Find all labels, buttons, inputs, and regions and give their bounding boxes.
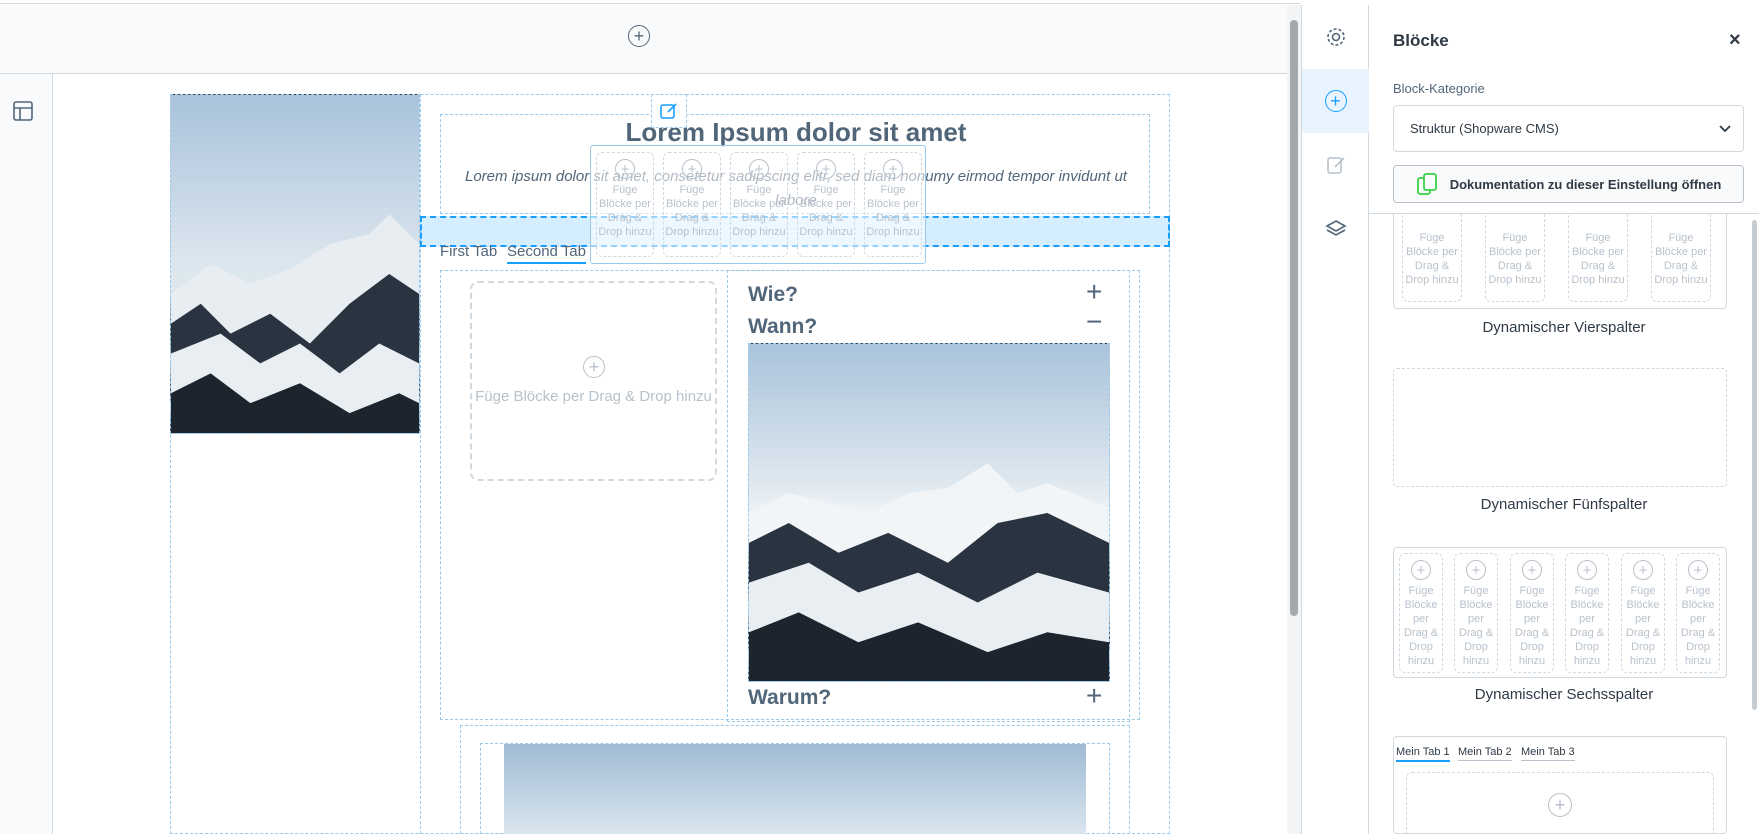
block-card-fuenfspalter[interactable] xyxy=(1393,368,1727,487)
documentation-icon xyxy=(1416,173,1437,195)
accordion-label-wie[interactable]: Wie? xyxy=(748,283,798,307)
category-label: Block-Kategorie xyxy=(1393,81,1485,96)
gear-icon xyxy=(1326,28,1345,46)
documentation-label: Dokumentation zu dieser Einstellung öffn… xyxy=(1449,176,1722,192)
panel-header: Blöcke × Block-Kategorie Struktur (Shopw… xyxy=(1369,5,1759,214)
hero-title: Lorem Ipsum dolor sit amet xyxy=(625,117,967,147)
blocks-panel: Blöcke × Block-Kategorie Struktur (Shopw… xyxy=(1369,5,1759,834)
accordion-label-warum[interactable]: Warum? xyxy=(748,686,831,710)
block-column: + Füge Blöcke per Drag & Drop hinzu xyxy=(1510,553,1554,673)
drop-area-plus-icon: + xyxy=(583,356,605,378)
block-tab-1: Mein Tab 1 xyxy=(1396,746,1450,762)
preview-column: + Füge Blöcke per Drag & Drop hinzu xyxy=(864,152,922,257)
edit-icon xyxy=(1326,157,1345,174)
block-tab-drop-area: + xyxy=(1406,772,1714,834)
layout-icon[interactable] xyxy=(12,100,34,122)
left-rail xyxy=(0,74,53,834)
edit-block-icon[interactable] xyxy=(651,94,687,128)
preview-column: + Füge Blöcke per Drag & Drop hinzu xyxy=(663,152,721,257)
close-icon[interactable]: × xyxy=(1729,29,1741,52)
sidebar-tab-settings[interactable] xyxy=(1302,5,1369,69)
block-column: + Füge Blöcke per Drag & Drop hinzu xyxy=(1676,553,1720,673)
block-column: + Füge Blöcke per Drag & Drop hinzu xyxy=(1621,553,1665,673)
block-column: + Füge Blöcke per Drag & Drop hinzu xyxy=(1399,553,1443,673)
block-column: Füge Blöcke per Drag & Drop hinzu xyxy=(1485,210,1545,302)
block-tab-3: Mein Tab 3 xyxy=(1521,746,1575,761)
sidebar-tab-edit[interactable] xyxy=(1302,133,1369,197)
panel-title: Blöcke xyxy=(1393,31,1449,50)
add-section-icon[interactable]: + xyxy=(628,25,650,47)
block-label-sechsspalter: Dynamischer Sechsspalter xyxy=(1474,686,1654,703)
block-tab-2: Mein Tab 2 xyxy=(1458,746,1512,761)
preview-column: + Füge Blöcke per Drag & Drop hinzu xyxy=(797,152,855,257)
documentation-button[interactable]: Dokumentation zu dieser Einstellung öffn… xyxy=(1393,165,1744,203)
block-card-tabs[interactable]: Mein Tab 1 Mein Tab 2 Mein Tab 3 + xyxy=(1393,736,1727,834)
block-card-sechsspalter[interactable]: + Füge Blöcke per Drag & Drop hinzu + Füge… xyxy=(1393,547,1727,678)
chevron-down-icon xyxy=(1719,125,1731,133)
sidebar-tab-blocks[interactable]: + xyxy=(1302,69,1369,133)
drop-area-text: Füge Blöcke per Drag & Drop hinzu xyxy=(475,388,712,405)
panel-scrollbar[interactable] xyxy=(1752,220,1757,710)
accordion-toggle-wie[interactable]: + xyxy=(1086,276,1102,308)
drag-preview-fuenfspalter: + Füge Blöcke per Drag & Drop hinzu + Füge… xyxy=(590,145,926,264)
top-add-section-bar: + xyxy=(0,5,1287,74)
category-value: Struktur (Shopware CMS) xyxy=(1410,121,1559,136)
accordion-toggle-warum[interactable]: + xyxy=(1086,680,1102,712)
accordion-label-wann[interactable]: Wann? xyxy=(748,315,817,339)
block-label-fuenfspalter: Dynamischer Fünfspalter xyxy=(1480,496,1648,513)
block-column: + Füge Blöcke per Drag & Drop hinzu xyxy=(1454,553,1498,673)
sidebar-icon-rail: + xyxy=(1301,5,1369,834)
tab-second[interactable]: Second Tab xyxy=(507,243,586,264)
top-border xyxy=(0,0,1300,4)
sidebar-image[interactable] xyxy=(170,94,420,434)
tab-first[interactable]: First Tab xyxy=(440,243,497,260)
accordion-image[interactable] xyxy=(748,343,1110,682)
preview-column: + Füge Blöcke per Drag & Drop hinzu xyxy=(596,152,654,257)
block-column: + Füge Blöcke per Drag & Drop hinzu xyxy=(1565,553,1609,673)
block-column: Füge Blöcke per Drag & Drop hinzu xyxy=(1568,210,1628,302)
sidebar-tab-layers[interactable] xyxy=(1302,197,1369,261)
column-divider xyxy=(420,94,421,834)
block-label-vierspalter: Dynamischer Vierspalter xyxy=(1482,319,1646,336)
bottom-image[interactable] xyxy=(504,744,1086,834)
layers-icon xyxy=(1324,220,1347,236)
plus-circle-icon: + xyxy=(1324,90,1347,112)
accordion-toggle-wann[interactable]: − xyxy=(1086,306,1102,338)
block-column: Füge Blöcke per Drag & Drop hinzu xyxy=(1651,210,1711,302)
canvas-scrollbar[interactable] xyxy=(1290,20,1298,616)
preview-column: + Füge Blöcke per Drag & Drop hinzu xyxy=(730,152,788,257)
drop-area[interactable]: + Füge Blöcke per Drag & Drop hinzu xyxy=(470,281,717,481)
category-select[interactable]: Struktur (Shopware CMS) xyxy=(1393,105,1744,152)
block-column: Füge Blöcke per Drag & Drop hinzu xyxy=(1402,210,1462,302)
